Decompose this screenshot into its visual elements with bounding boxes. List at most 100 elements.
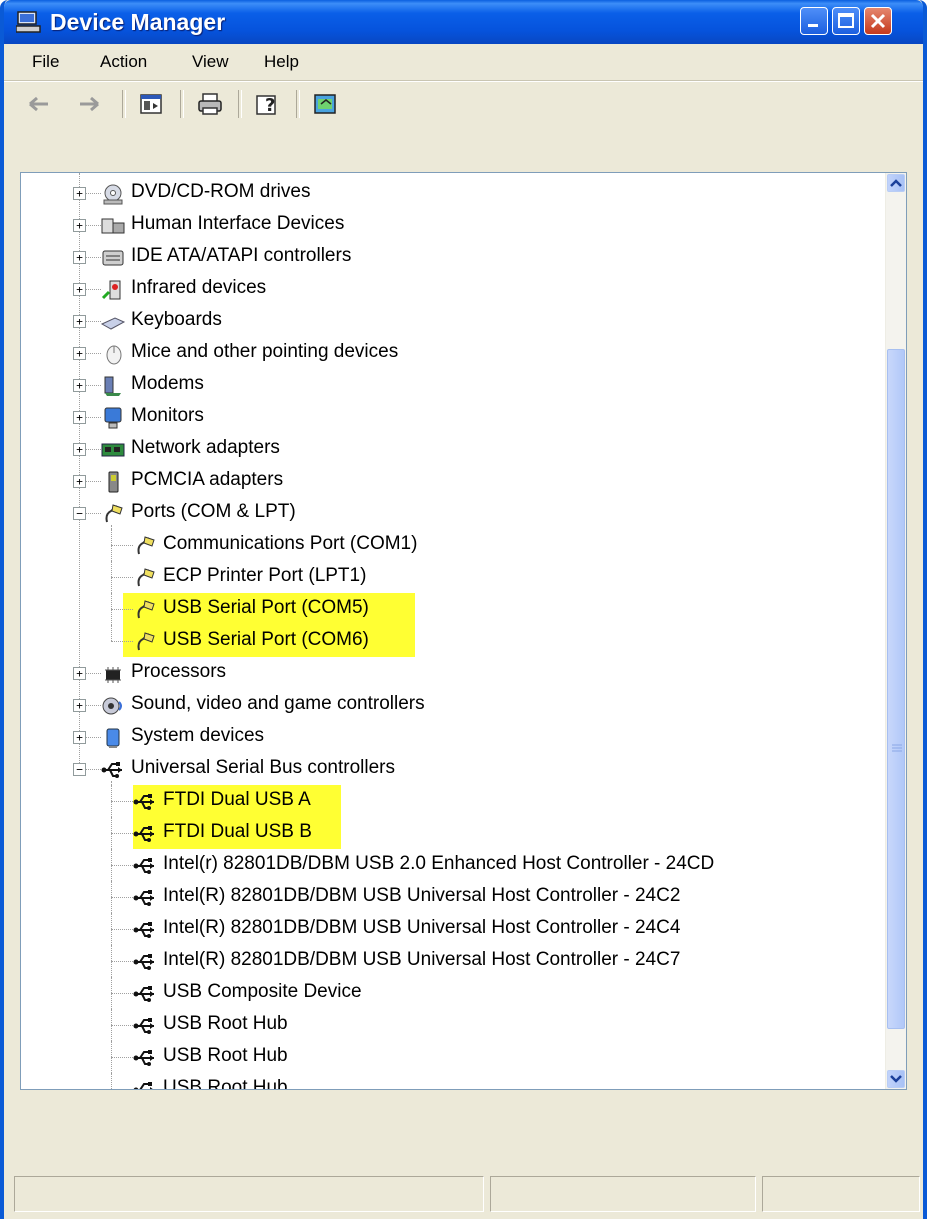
tree-device[interactable]: USB Root Hub	[21, 1009, 886, 1041]
expand-icon[interactable]: +	[73, 475, 86, 488]
tree-category[interactable]: + System devices	[21, 721, 886, 753]
back-arrow-icon[interactable]	[26, 92, 52, 116]
minimize-button[interactable]	[800, 7, 828, 35]
close-button[interactable]	[864, 7, 892, 35]
tree-item-label: USB Serial Port (COM5)	[163, 597, 369, 618]
expand-icon[interactable]: +	[73, 347, 86, 360]
tree-connector-line	[111, 801, 133, 802]
tree-device[interactable]: ECP Printer Port (LPT1)	[21, 561, 886, 593]
properties-icon[interactable]	[312, 92, 340, 116]
tree-item-label: USB Root Hub	[163, 1013, 288, 1034]
expand-icon[interactable]: +	[73, 443, 86, 456]
expand-icon[interactable]: +	[73, 411, 86, 424]
collapse-icon[interactable]: −	[73, 763, 86, 776]
tree-category[interactable]: + PCMCIA adapters	[21, 465, 886, 497]
tree-category[interactable]: − Universal Serial Bus controllers	[21, 753, 886, 785]
tree-category[interactable]: + Modems	[21, 369, 886, 401]
processor-icon	[105, 667, 121, 683]
expand-icon[interactable]: +	[73, 379, 86, 392]
tree-item-label: PCMCIA adapters	[131, 469, 284, 490]
help-icon[interactable]: ?	[254, 92, 282, 116]
menu-action[interactable]: Action	[100, 52, 147, 72]
grip-icon	[892, 744, 902, 752]
tree-category[interactable]: − Ports (COM & LPT)	[21, 497, 886, 529]
tree-connector-line	[111, 961, 133, 962]
tree-category[interactable]: + Sound, video and game controllers	[21, 689, 886, 721]
scroll-down-button[interactable]	[887, 1070, 905, 1088]
tree-connector-line	[86, 257, 101, 258]
expand-icon[interactable]: +	[73, 187, 86, 200]
mouse-icon	[106, 345, 122, 365]
expand-icon[interactable]: +	[73, 283, 86, 296]
tree-item-label: Processors	[131, 661, 227, 682]
tree-item-label: USB Serial Port (COM6)	[163, 629, 369, 650]
tree-connector-line	[111, 897, 133, 898]
maximize-icon	[838, 13, 854, 28]
tree-item-label: Infrared devices	[131, 277, 267, 298]
expand-icon[interactable]: +	[73, 315, 86, 328]
tree-category[interactable]: + Human Interface Devices	[21, 209, 886, 241]
tree-device[interactable]: USB Root Hub	[21, 1073, 886, 1089]
tree-category[interactable]: + Keyboards	[21, 305, 886, 337]
status-bar	[12, 1172, 920, 1212]
tree-device[interactable]: Intel(R) 82801DB/DBM USB Universal Host …	[21, 913, 886, 945]
expand-icon[interactable]: +	[73, 699, 86, 712]
tree-connector-line	[86, 673, 101, 674]
usb-icon	[133, 890, 154, 906]
tree-connector-line	[86, 737, 101, 738]
tree-device[interactable]: FTDI Dual USB A	[21, 785, 886, 817]
tree-category[interactable]: + Monitors	[21, 401, 886, 433]
tree-connector-line	[86, 289, 101, 290]
toolbar-separator	[180, 90, 184, 118]
title-bar[interactable]: Device Manager	[4, 0, 923, 44]
maximize-button[interactable]	[832, 7, 860, 35]
expand-icon[interactable]: +	[73, 667, 86, 680]
scroll-thumb[interactable]	[887, 349, 905, 1029]
expand-icon[interactable]: +	[73, 731, 86, 744]
tree-connector-line	[111, 993, 133, 994]
tree-item-label: Modems	[131, 373, 204, 394]
tree-category[interactable]: + IDE ATA/ATAPI controllers	[21, 241, 886, 273]
menu-view[interactable]: View	[192, 52, 229, 72]
tree-category[interactable]: + Processors	[21, 657, 886, 689]
expand-icon[interactable]: +	[73, 219, 86, 232]
device-tree[interactable]: + DVD/CD-ROM drives + Human Interface Devic…	[20, 172, 907, 1090]
tree-item-label: Keyboards	[131, 309, 222, 330]
tree-category[interactable]: + Infrared devices	[21, 273, 886, 305]
tree-category[interactable]: + DVD/CD-ROM drives	[21, 177, 886, 209]
tree-category[interactable]: + Mice and other pointing devices	[21, 337, 886, 369]
forward-arrow-icon[interactable]	[76, 92, 102, 116]
collapse-icon[interactable]: −	[73, 507, 86, 520]
tree-device[interactable]: USB Composite Device	[21, 977, 886, 1009]
tree-connector-line	[86, 449, 101, 450]
tree-item-label: Universal Serial Bus controllers	[131, 757, 395, 778]
tree-device[interactable]: Communications Port (COM1)	[21, 529, 886, 561]
print-icon[interactable]	[196, 92, 224, 116]
dvd-drive-icon	[103, 184, 123, 205]
toolbar-separator	[238, 90, 242, 118]
usb-icon	[101, 762, 122, 778]
tree-connector-line	[111, 865, 133, 866]
tree-device[interactable]: USB Root Hub	[21, 1041, 886, 1073]
menu-help[interactable]: Help	[264, 52, 299, 72]
infrared-icon	[101, 280, 121, 300]
tree-device[interactable]: Intel(R) 82801DB/DBM USB Universal Host …	[21, 881, 886, 913]
tree-device[interactable]: Intel(R) 82801DB/DBM USB Universal Host …	[21, 945, 886, 977]
tree-item-label: IDE ATA/ATAPI controllers	[131, 245, 352, 266]
scroll-up-button[interactable]	[887, 174, 905, 192]
tree-item-label: Intel(R) 82801DB/DBM USB Universal Host …	[163, 885, 681, 906]
tree-device[interactable]: FTDI Dual USB B	[21, 817, 886, 849]
usb-icon	[133, 1082, 153, 1089]
vertical-scrollbar[interactable]	[885, 173, 906, 1089]
expand-icon[interactable]: +	[73, 251, 86, 264]
show-hide-tree-icon[interactable]	[138, 92, 164, 116]
tree-item-label: DVD/CD-ROM drives	[131, 181, 311, 202]
tree-device[interactable]: USB Serial Port (COM6)	[21, 625, 886, 657]
tree-category[interactable]: + Network adapters	[21, 433, 886, 465]
status-pane-main	[14, 1176, 484, 1212]
tree-device[interactable]: Intel(r) 82801DB/DBM USB 2.0 Enhanced Ho…	[21, 849, 886, 881]
toolbar-separator	[122, 90, 126, 118]
tree-device[interactable]: USB Serial Port (COM5)	[21, 593, 886, 625]
tree-connector-line	[111, 577, 133, 578]
menu-file[interactable]: File	[32, 52, 59, 72]
